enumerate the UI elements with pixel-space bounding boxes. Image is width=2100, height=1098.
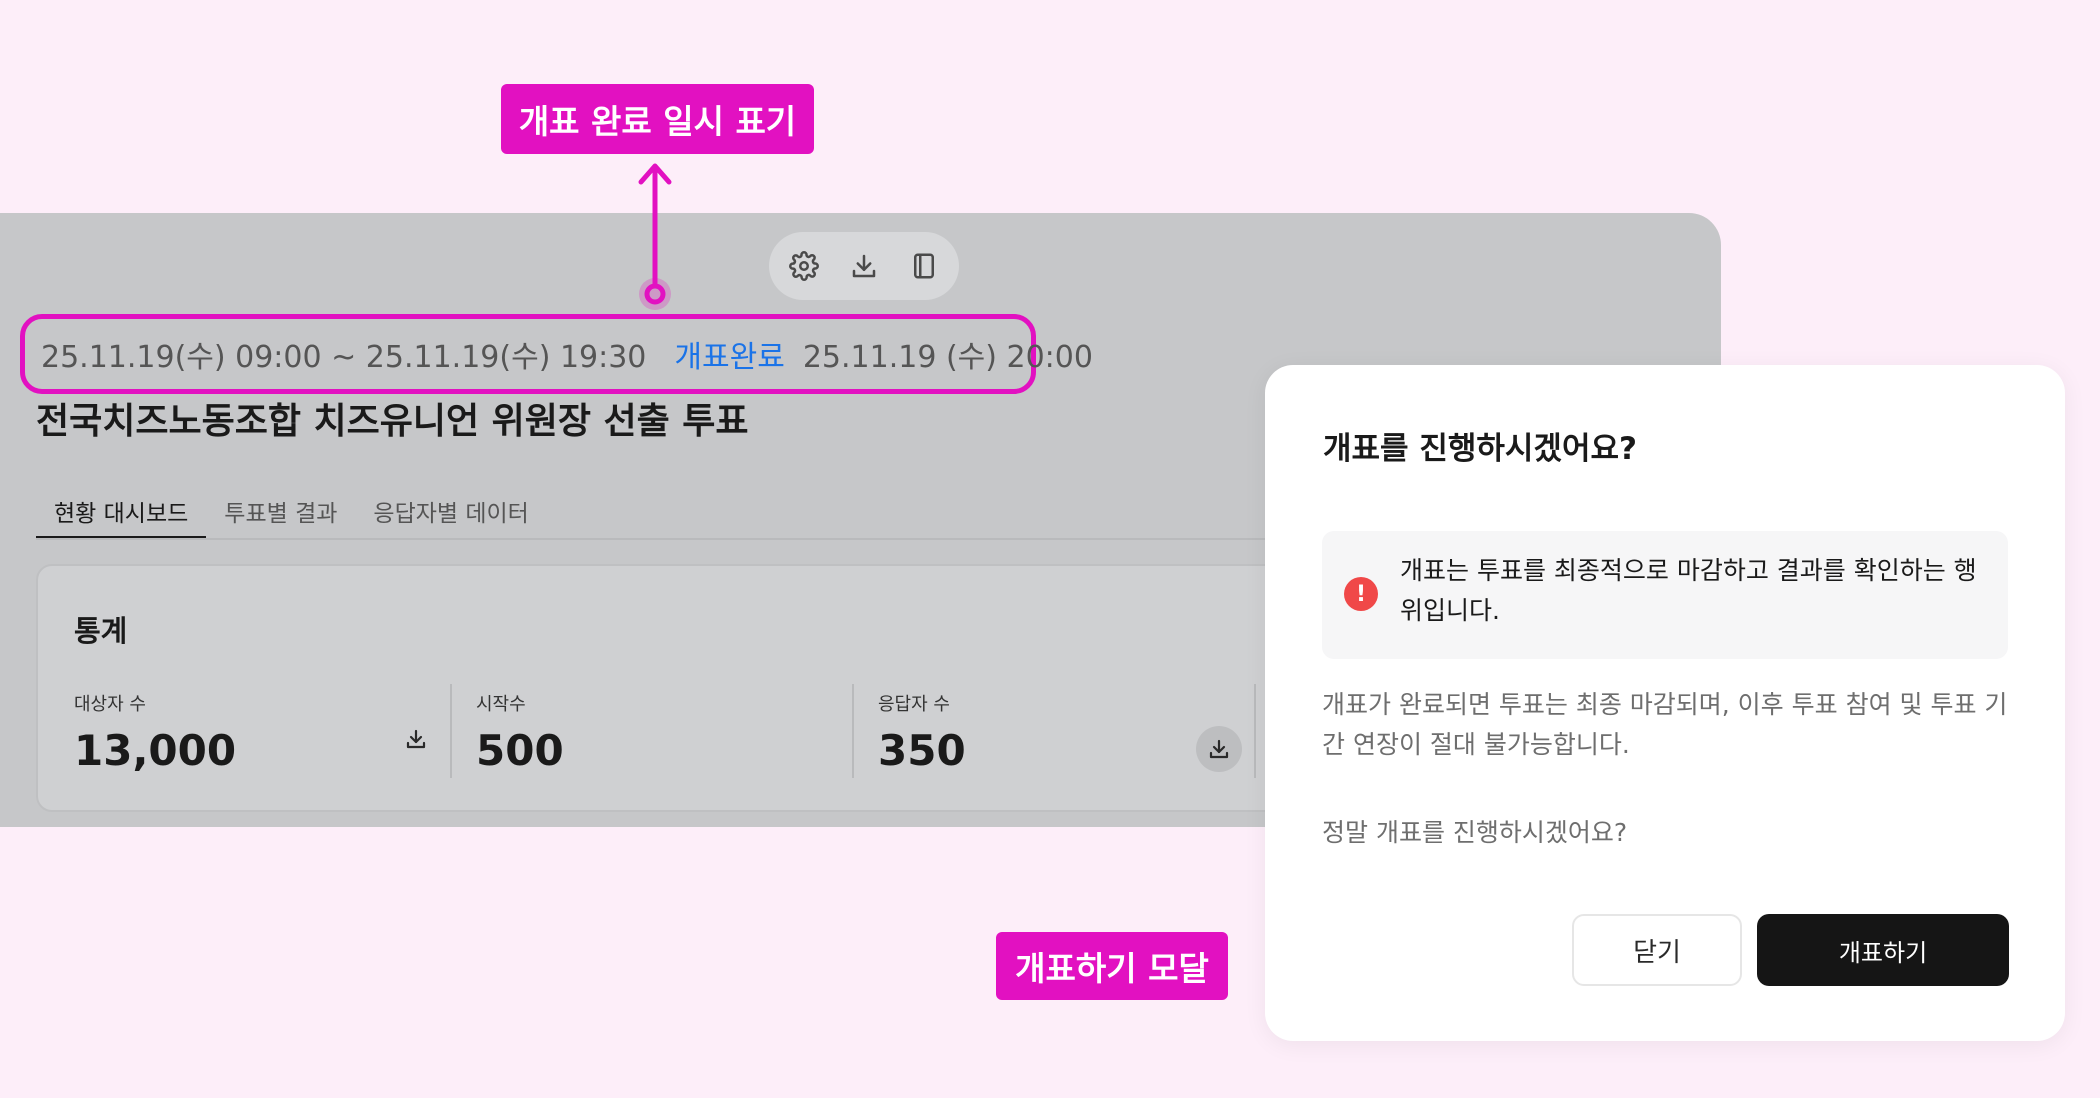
stat-value: 500 <box>476 726 564 775</box>
stats-card: 통계 대상자 수 13,000 시작수 500 응답자 수 350 <box>36 564 1436 812</box>
alert-box: ! 개표는 투표를 최종적으로 마감하고 결과를 확인하는 행위입니다. <box>1322 531 2008 659</box>
vote-period-bar: 25.11.19(수) 09:00 ~ 25.11.19(수) 19:30 개표… <box>20 314 1093 394</box>
vote-title: 전국치즈노동조합 치즈유니언 위원장 선출 투표 <box>36 401 749 442</box>
toolbar <box>769 232 959 300</box>
tab-results-by-vote[interactable]: 투표별 결과 <box>206 490 355 540</box>
stat-divider <box>1254 684 1256 778</box>
stat-label: 대상자 수 <box>74 694 146 715</box>
open-vote-button[interactable]: 개표하기 <box>1757 914 2009 986</box>
vote-period-range: 25.11.19(수) 09:00 ~ 25.11.19(수) 19:30 <box>41 340 647 375</box>
modal-annotation-label: 개표하기 모달 <box>996 932 1228 1000</box>
download-button[interactable] <box>847 249 881 283</box>
gear-icon <box>789 251 819 281</box>
tab-bar: 현황 대시보드 투표별 결과 응답자별 데이터 <box>36 490 547 540</box>
exclamation-icon: ! <box>1344 577 1378 611</box>
close-button[interactable]: 닫기 <box>1572 914 1742 986</box>
modal-description: 개표가 완료되면 투표는 최종 마감되며, 이후 투표 참여 및 투표 기간 연… <box>1322 690 2008 759</box>
download-respondent-button[interactable] <box>1196 726 1242 772</box>
annotation-arrow <box>638 163 672 310</box>
stat-label: 응답자 수 <box>878 694 950 715</box>
open-vote-modal: 개표를 진행하시겠어요? ! 개표는 투표를 최종적으로 마감하고 결과를 확인… <box>1265 365 2065 1041</box>
tab-respondent-data[interactable]: 응답자별 데이터 <box>355 490 546 540</box>
stats-title: 통계 <box>74 614 128 648</box>
modal-title: 개표를 진행하시겠어요? <box>1323 431 1637 467</box>
download-target-button[interactable] <box>393 716 439 762</box>
stat-start-count: 시작수 500 <box>476 690 876 786</box>
download-icon <box>852 254 876 278</box>
tab-underline <box>36 538 1336 540</box>
download-icon <box>406 729 426 749</box>
modal-confirm-question: 정말 개표를 진행하시겠어요? <box>1322 818 1628 847</box>
guide-button[interactable] <box>907 249 941 283</box>
download-icon <box>1209 739 1229 759</box>
period-annotation-label: 개표 완료 일시 표기 <box>501 84 814 154</box>
stat-label: 시작수 <box>476 694 526 715</box>
vote-completed-at: 25.11.19 (수) 20:00 <box>802 340 1093 375</box>
alert-text: 개표는 투표를 최종적으로 마감하고 결과를 확인하는 행위입니다. <box>1400 556 1977 625</box>
stat-divider <box>852 684 854 778</box>
tab-dashboard[interactable]: 현황 대시보드 <box>36 490 207 540</box>
vote-status-label: 개표완료 <box>674 340 785 375</box>
stat-divider <box>450 684 452 778</box>
settings-button[interactable] <box>787 249 821 283</box>
book-icon <box>914 253 934 279</box>
